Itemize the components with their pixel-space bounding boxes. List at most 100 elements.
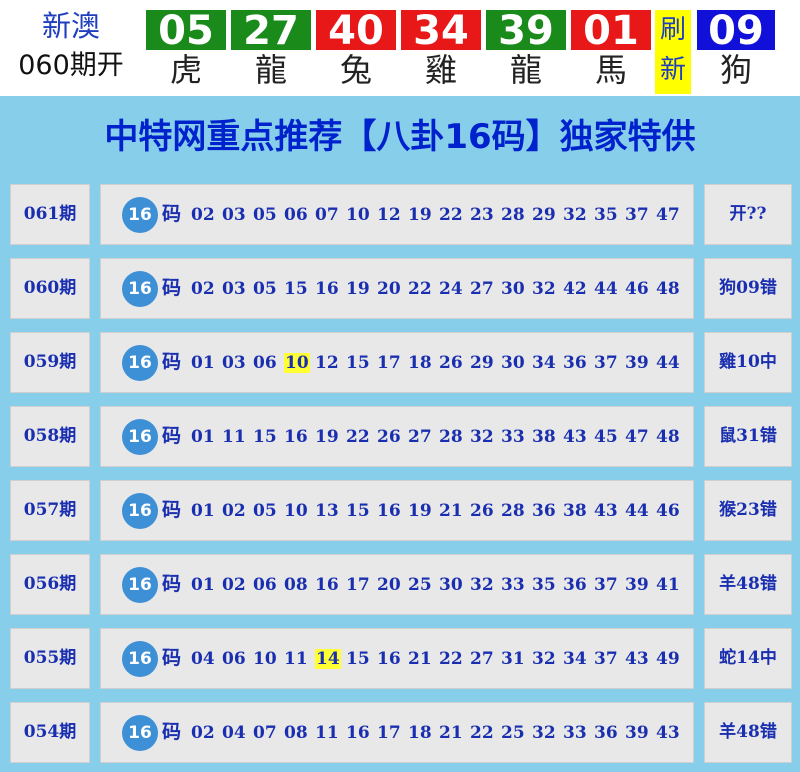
number-text: 48: [656, 427, 680, 447]
ball-number: 40: [316, 10, 396, 52]
number-item: 17: [377, 334, 408, 393]
number-text: 02: [222, 501, 246, 521]
number-item: 22: [439, 186, 470, 245]
number-text: 34: [532, 353, 556, 373]
number-text: 46: [656, 501, 680, 521]
number-item: 23: [470, 186, 501, 245]
number-text: 31: [501, 649, 525, 669]
number-text: 39: [625, 353, 649, 373]
number-text: 49: [656, 649, 680, 669]
number-text: 35: [532, 575, 556, 595]
number-text: 39: [625, 723, 649, 743]
number-item: 33: [501, 408, 532, 467]
number-item: 27: [470, 630, 501, 689]
numbers-cell: 16 码 01 03 06 10 12 15 17 18 26 29 30 34 36 37 39 44: [100, 332, 694, 393]
number-item: 01: [191, 334, 222, 393]
number-item: 17: [377, 704, 408, 763]
number-text: 05: [253, 501, 277, 521]
number-item: 03: [222, 186, 253, 245]
number-item: 16: [315, 260, 346, 319]
number-item: 01: [191, 556, 222, 615]
number-item: 28: [439, 408, 470, 467]
draw-ball: 01 馬: [571, 10, 651, 90]
number-text: 16: [346, 723, 370, 743]
number-text: 03: [222, 279, 246, 299]
draw-ball: 27 龍: [231, 10, 311, 90]
number-item: 08: [284, 704, 315, 763]
number-item: 46: [625, 260, 656, 319]
number-text: 22: [439, 205, 463, 225]
number-text: 25: [501, 723, 525, 743]
number-text: 30: [501, 353, 525, 373]
number-item: 29: [470, 334, 501, 393]
number-text: 22: [470, 723, 494, 743]
number-text: 43: [563, 427, 587, 447]
refresh-button[interactable]: 刷新: [655, 10, 691, 94]
number-text: 48: [656, 279, 680, 299]
number-text: 21: [439, 501, 463, 521]
number-text: 22: [408, 279, 432, 299]
number-text: 02: [191, 205, 215, 225]
number-item: 11: [222, 408, 253, 467]
period-cell: 057期: [10, 480, 90, 541]
ball-number: 39: [486, 10, 566, 52]
number-text: 02: [191, 279, 215, 299]
ma-label: 码: [162, 647, 182, 669]
number-text: 08: [284, 723, 308, 743]
number-item: 49: [656, 630, 687, 689]
number-text: 32: [532, 723, 556, 743]
number-item: 32: [532, 704, 563, 763]
number-text: 12: [377, 205, 401, 225]
number-item: 44: [594, 260, 625, 319]
number-item: 42: [563, 260, 594, 319]
number-text: 16: [315, 279, 339, 299]
number-item: 37: [594, 630, 625, 689]
number-item: 25: [501, 704, 532, 763]
number-text: 06: [253, 353, 277, 373]
number-item: 05: [253, 186, 284, 245]
number-text: 21: [439, 723, 463, 743]
ball-number: 09: [697, 10, 775, 52]
number-item: 32: [532, 630, 563, 689]
number-item: 02: [222, 482, 253, 541]
number-item: 08: [284, 556, 315, 615]
hit-number: 14: [315, 649, 341, 669]
number-item: 07: [315, 186, 346, 245]
number-text: 01: [191, 501, 215, 521]
number-item: 26: [470, 482, 501, 541]
result-cell: 蛇14中: [704, 628, 792, 689]
lottery-name: 新澳: [41, 9, 100, 43]
number-item: 12: [377, 186, 408, 245]
result-cell: 狗09错: [704, 258, 792, 319]
count-badge: 16: [122, 715, 158, 751]
number-item: 28: [501, 482, 532, 541]
number-text: 28: [439, 427, 463, 447]
number-text: 38: [532, 427, 556, 447]
number-text: 10: [253, 649, 277, 669]
number-text: 47: [625, 427, 649, 447]
number-item: 39: [625, 334, 656, 393]
ball-zodiac: 虎: [169, 51, 202, 89]
number-list: 01 02 05 10 13 15 16 19 21 26 28 36 38 43 44 46: [191, 481, 687, 541]
period-cell: 061期: [10, 184, 90, 245]
number-text: 42: [563, 279, 587, 299]
number-text: 16: [284, 427, 308, 447]
number-item: 30: [501, 334, 532, 393]
number-item: 15: [253, 408, 284, 467]
number-item: 19: [346, 260, 377, 319]
number-item: 48: [656, 260, 687, 319]
numbers-cell: 16 码 04 06 10 11 14 15 16 21 22 27 31 32 34 37 43 49: [100, 628, 694, 689]
number-text: 26: [377, 427, 401, 447]
number-item: 19: [408, 482, 439, 541]
number-text: 21: [408, 649, 432, 669]
ball-zodiac: 雞: [424, 51, 457, 89]
result-cell: 羊48错: [704, 554, 792, 615]
number-text: 06: [253, 575, 277, 595]
number-item: 37: [594, 556, 625, 615]
number-item: 22: [470, 704, 501, 763]
number-item: 14: [315, 630, 346, 689]
number-item: 37: [625, 186, 656, 245]
period-cell: 060期: [10, 258, 90, 319]
number-item: 39: [625, 556, 656, 615]
number-list: 04 06 10 11 14 15 16 21 22 27 31 32 34 37 43 49: [191, 629, 687, 689]
